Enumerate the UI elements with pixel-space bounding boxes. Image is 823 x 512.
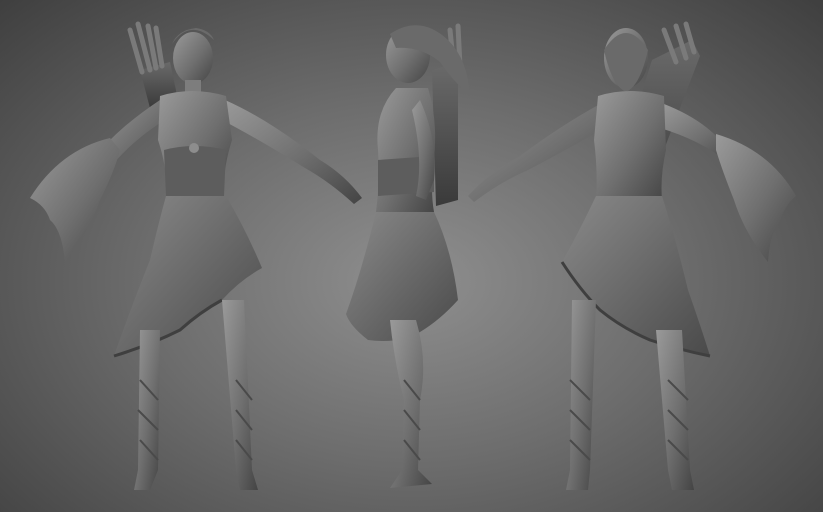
front-leg-right	[222, 300, 258, 490]
back-view-figure	[468, 21, 796, 490]
front-leg-left	[134, 330, 160, 490]
sculpt-viewport	[0, 0, 823, 512]
back-hair	[604, 33, 648, 92]
side-quiver	[432, 62, 458, 206]
back-arm-left	[468, 104, 604, 202]
front-corset	[164, 146, 226, 196]
side-leg	[390, 320, 432, 488]
back-leg-left	[566, 300, 596, 490]
front-sleeve-ruffle	[30, 138, 120, 262]
front-arm-right	[222, 100, 362, 204]
back-torso	[594, 91, 666, 200]
character-turnaround	[30, 21, 796, 490]
side-view-figure	[346, 23, 470, 488]
front-head	[173, 32, 213, 84]
back-leg-right	[656, 330, 694, 490]
back-sleeve-ruffle	[716, 134, 796, 262]
front-view-figure	[30, 21, 362, 490]
